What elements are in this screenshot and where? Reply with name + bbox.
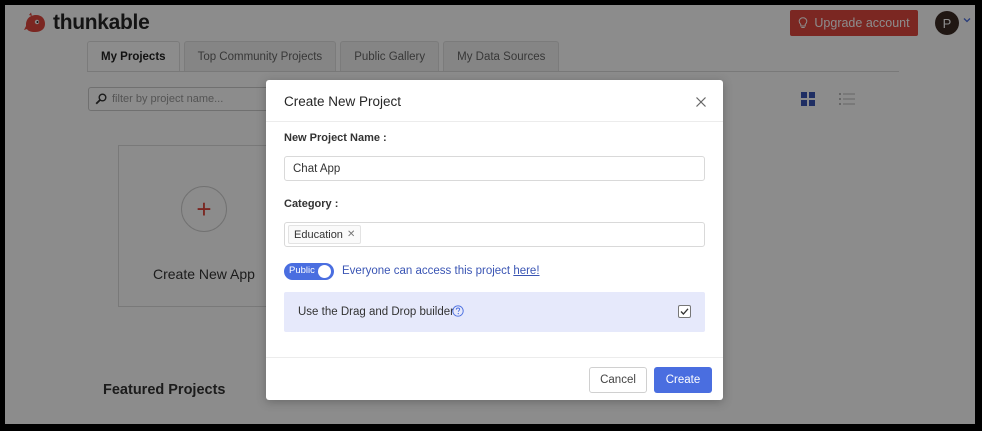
drag-drop-builder-panel: Use the Drag and Drop builder — [284, 292, 705, 332]
category-select[interactable]: Education ✕ — [284, 222, 705, 247]
drag-drop-builder-checkbox[interactable] — [678, 305, 691, 318]
create-button[interactable]: Create — [654, 367, 712, 393]
toggle-knob — [318, 265, 331, 278]
cancel-button[interactable]: Cancel — [589, 367, 647, 393]
create-project-dialog: Create New Project New Project Name : Ch… — [266, 80, 723, 400]
check-icon — [680, 308, 689, 315]
remove-chip-icon[interactable]: ✕ — [347, 229, 355, 240]
help-icon[interactable] — [452, 305, 464, 317]
public-toggle[interactable]: Public — [284, 263, 334, 280]
access-text: Everyone can access this project — [342, 265, 511, 277]
category-label: Category : — [284, 198, 339, 210]
screen: thunkable Upgrade account P My Projects … — [5, 5, 975, 424]
drag-drop-builder-label: Use the Drag and Drop builder — [298, 306, 454, 318]
access-link[interactable]: here! — [513, 265, 539, 277]
project-name-label: New Project Name : — [284, 132, 387, 144]
close-icon[interactable] — [695, 96, 707, 108]
dialog-title: Create New Project — [284, 94, 402, 109]
project-name-value: Chat App — [293, 162, 341, 175]
category-chip: Education ✕ — [288, 225, 362, 244]
category-chip-label: Education — [294, 228, 343, 241]
access-description: Everyone can access this project here! — [342, 265, 540, 277]
dialog-footer-divider — [266, 357, 723, 358]
project-name-input[interactable]: Chat App — [284, 156, 705, 181]
toggle-label: Public — [289, 265, 315, 276]
dialog-header-divider — [266, 121, 723, 122]
